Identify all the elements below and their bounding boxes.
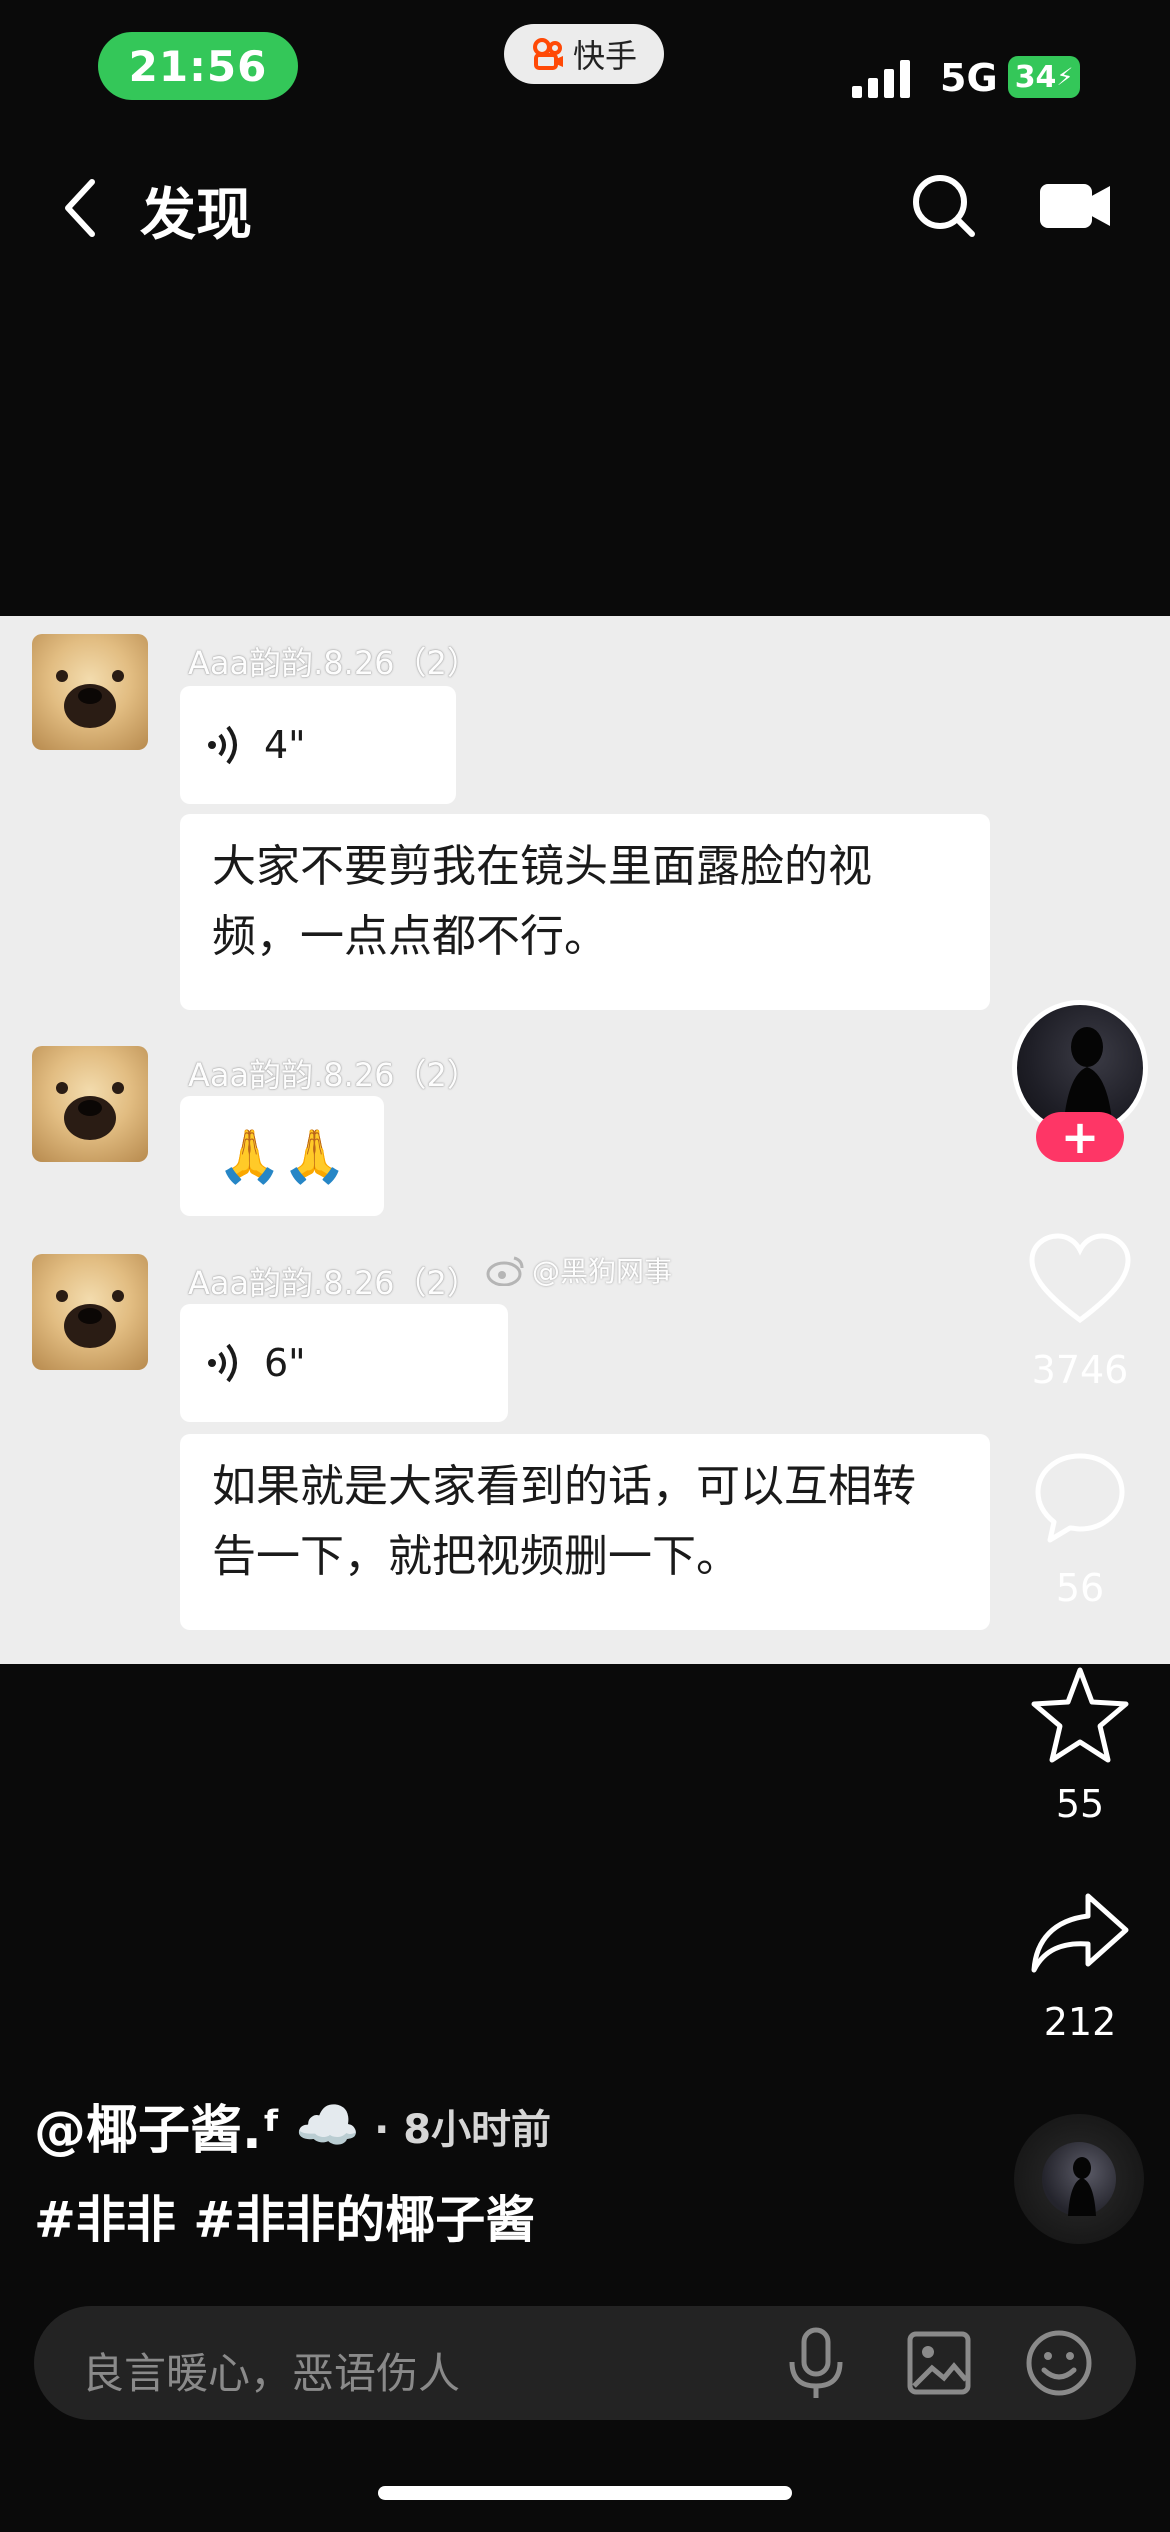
voice-wave-icon <box>208 1343 237 1383</box>
page-title: 发现 <box>140 183 252 248</box>
comment-placeholder[interactable]: 良言暖心，恶语伤人 <box>82 2340 460 2401</box>
dog-avatar-icon <box>56 670 124 728</box>
emoji-icon[interactable] <box>1024 2328 1094 2398</box>
app-indicator: 快手 <box>504 24 664 84</box>
person-silhouette-icon <box>1068 2157 1096 2216</box>
app-name: 快手 <box>572 37 637 75</box>
search-icon[interactable] <box>910 172 978 240</box>
voice-wave-icon <box>208 725 237 765</box>
post-time: · 8小时前 <box>374 2106 552 2153</box>
emoji-message[interactable]: 🙏🙏 <box>180 1096 384 1216</box>
voice-duration: 6" <box>264 1341 306 1385</box>
text-message[interactable]: 如果就是大家看到的话，可以互相转告一下，就把视频删一下。 <box>180 1434 990 1630</box>
music-disc-icon[interactable] <box>1014 2114 1144 2244</box>
avatar <box>32 1046 148 1162</box>
status-time: 21:56 <box>98 32 298 100</box>
avatar <box>32 634 148 750</box>
sender-name: Aaa韵韵.8.26（2） <box>188 1264 479 1302</box>
heart-icon[interactable] <box>1028 1232 1132 1326</box>
mic-icon[interactable] <box>786 2326 846 2402</box>
hashtags[interactable]: #非非 #非非的椰子酱 <box>34 2180 535 2252</box>
signal-icon <box>852 60 910 98</box>
share-count: 212 <box>1043 2000 1117 2044</box>
battery-level: 34 ⚡ <box>1008 56 1080 98</box>
follow-button[interactable]: + <box>1036 1110 1124 1164</box>
network-type: 5G <box>940 56 998 100</box>
weibo-icon <box>486 1256 524 1286</box>
dog-avatar-icon <box>56 1290 124 1348</box>
voice-message[interactable]: 4" <box>180 686 456 804</box>
camera-icon[interactable] <box>1040 180 1112 232</box>
author-emoji: ☁️ <box>295 2096 361 2156</box>
watermark: @黑狗网事 <box>486 1250 672 1290</box>
comment-count: 56 <box>1055 1566 1105 1610</box>
share-icon[interactable] <box>1028 1890 1132 1976</box>
voice-duration: 4" <box>264 723 306 767</box>
home-indicator[interactable] <box>378 2486 792 2500</box>
sender-name: Aaa韵韵.8.26（2） <box>188 644 479 682</box>
author-line: @椰子酱.ᶠ ☁️ · 8小时前 <box>34 2088 551 2163</box>
back-icon[interactable] <box>60 176 100 240</box>
favorite-count: 55 <box>1055 1782 1105 1826</box>
kuaishou-logo-icon <box>532 38 563 70</box>
like-count: 3746 <box>1031 1348 1129 1392</box>
voice-message[interactable]: 6" <box>180 1304 508 1422</box>
comment-icon[interactable] <box>1032 1450 1128 1546</box>
avatar <box>32 1254 148 1370</box>
dog-avatar-icon <box>56 1082 124 1140</box>
star-icon[interactable] <box>1028 1666 1132 1766</box>
text-message[interactable]: 大家不要剪我在镜头里面露脸的视频，一点点都不行。 <box>180 814 990 1010</box>
sender-name: Aaa韵韵.8.26（2） <box>188 1056 479 1094</box>
author-name[interactable]: @椰子酱.ᶠ <box>34 2088 281 2163</box>
image-icon[interactable] <box>906 2330 972 2396</box>
